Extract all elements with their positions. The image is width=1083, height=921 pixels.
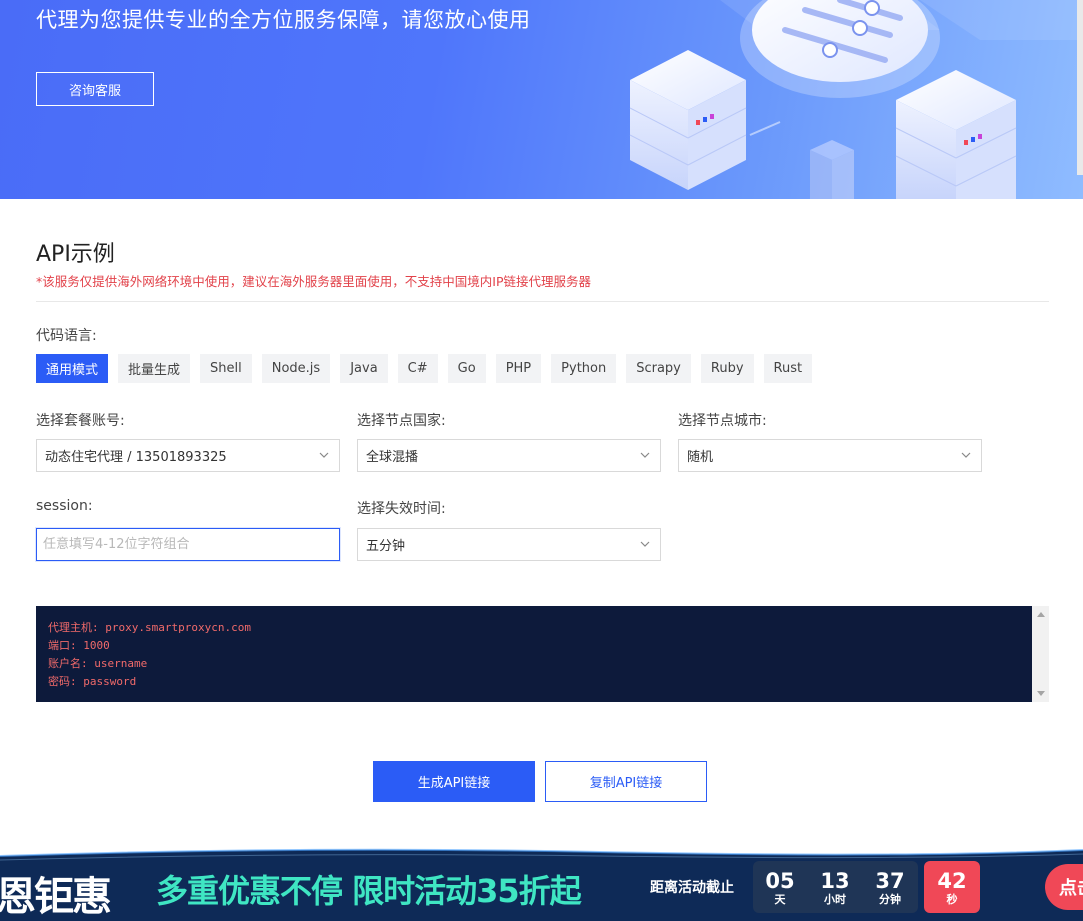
contact-support-button[interactable]: 咨询客服 [36, 72, 154, 106]
language-tabs: 通用模式 批量生成 Shell Node.js Java C# Go PHP Python Scr… [36, 354, 813, 383]
package-label: 选择套餐账号: [36, 413, 125, 429]
lang-tab[interactable]: Rust [763, 354, 813, 383]
chevron-down-icon [640, 541, 650, 547]
section-title: API示例 [36, 242, 115, 267]
package-value: 动态住宅代理 / 13501893325 [45, 450, 227, 465]
lang-tab[interactable]: Python [551, 354, 617, 383]
city-label: 选择节点城市: [678, 413, 767, 429]
promo-cta-button[interactable]: 点击 [1045, 864, 1083, 910]
lang-tab[interactable]: PHP [495, 354, 542, 383]
promo-headline: 多重优惠不停 限时活动35折起 [156, 872, 582, 910]
city-value: 随机 [687, 450, 714, 465]
hero-banner: 代理为您提供专业的全方位服务保障，请您放心使用 咨询客服 [0, 0, 1083, 199]
lang-tab[interactable]: C# [397, 354, 438, 383]
page-scrollbar[interactable] [1077, 0, 1083, 175]
country-label: 选择节点国家: [357, 413, 446, 429]
chevron-down-icon [319, 452, 329, 458]
code-language-label: 代码语言: [36, 328, 97, 344]
lang-tab[interactable]: Go [447, 354, 486, 383]
service-warning: *该服务仅提供海外网络环境中使用，建议在海外服务器里面使用，不支持中国境内IP链… [36, 274, 591, 289]
lang-tab[interactable]: Java [340, 354, 388, 383]
server-illustration [629, 0, 1083, 199]
chevron-down-icon [640, 452, 650, 458]
session-input[interactable] [36, 528, 340, 561]
copy-api-link-button[interactable]: 复制API链接 [545, 761, 707, 802]
expire-value: 五分钟 [366, 539, 406, 554]
promo-brand-text: 恩钜惠 [0, 874, 112, 920]
lang-tab[interactable]: 通用模式 [36, 354, 109, 383]
lang-tab[interactable]: Shell [200, 354, 252, 383]
code-line-username: 账户名: username [48, 657, 148, 670]
code-line-port: 端口: 1000 [48, 639, 110, 652]
countdown-minutes: 37 分钟 [875, 869, 905, 906]
country-select[interactable]: 全球混播 [357, 439, 661, 472]
lang-tab[interactable]: Node.js [261, 354, 331, 383]
lang-tab[interactable]: 批量生成 [118, 354, 191, 383]
lang-tab[interactable]: Ruby [700, 354, 754, 383]
session-label: session: [36, 498, 93, 514]
divider [36, 301, 1049, 302]
scroll-down-icon[interactable] [1037, 691, 1045, 696]
countdown-days: 05 天 [765, 869, 795, 906]
countdown-seconds: 42 秒 [937, 869, 967, 906]
lang-tab[interactable]: Scrapy [626, 354, 691, 383]
code-line-password: 密码: password [48, 675, 137, 688]
generate-api-link-button[interactable]: 生成API链接 [373, 761, 535, 802]
expire-select[interactable]: 五分钟 [357, 528, 661, 561]
proxy-info-output[interactable]: 代理主机: proxy.smartproxycn.com 端口: 1000 账户… [36, 606, 1032, 702]
code-scrollbar[interactable] [1032, 606, 1049, 702]
country-value: 全球混播 [366, 450, 419, 465]
countdown-hours: 13 小时 [820, 869, 850, 906]
code-line-host: 代理主机: proxy.smartproxycn.com [48, 621, 251, 634]
expire-label: 选择失效时间: [357, 501, 446, 517]
chevron-down-icon [961, 452, 971, 458]
hero-subtitle: 代理为您提供专业的全方位服务保障，请您放心使用 [36, 8, 531, 32]
promo-banner[interactable]: 恩钜惠 多重优惠不停 限时活动35折起 距离活动截止 05 天 13 小时 37… [0, 842, 1083, 921]
package-select[interactable]: 动态住宅代理 / 13501893325 [36, 439, 340, 472]
city-select[interactable]: 随机 [678, 439, 982, 472]
countdown-label: 距离活动截止 [650, 880, 734, 896]
scroll-up-icon[interactable] [1037, 612, 1045, 617]
